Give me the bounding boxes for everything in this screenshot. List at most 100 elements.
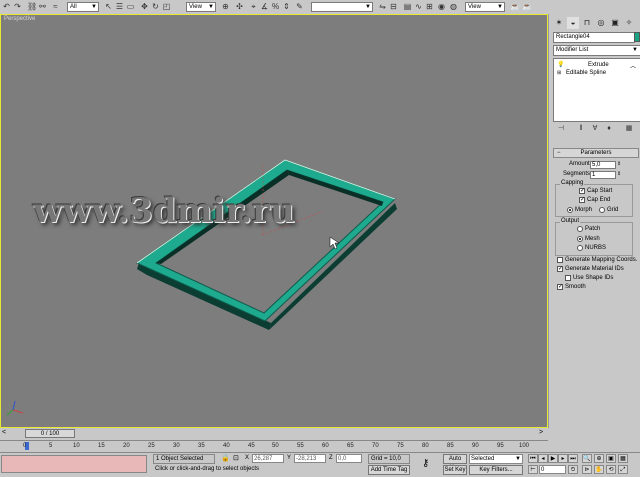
cap-start-checkbox[interactable]: ✓: [579, 188, 585, 194]
show-end-result-icon[interactable]: ‖: [575, 124, 587, 134]
previous-frame-icon[interactable]: ◂: [538, 454, 548, 463]
redo-icon[interactable]: ↷: [12, 1, 23, 12]
hierarchy-tab-icon[interactable]: ⊓: [581, 17, 593, 29]
amount-spinner[interactable]: 5,0: [590, 161, 616, 169]
current-frame-field[interactable]: 0: [539, 465, 566, 474]
render-last-icon[interactable]: ☕: [521, 1, 532, 12]
set-key-button[interactable]: Set Key: [443, 465, 467, 475]
segments-spinner-arrows-icon[interactable]: ⇕: [617, 171, 621, 177]
main-toolbar: ↶ ↷ ⛓ ⚯ ≈ All ▼ ↖ ☰ ▭ ✥ ↻ ◰ View ▼ ⊕ ✣ ⌖ ∡…: [0, 0, 640, 15]
modifier-stack[interactable]: 💡 Extrude ⊞ Editable Spline ︿: [553, 58, 640, 122]
morph-radio[interactable]: [567, 207, 573, 213]
patch-radio[interactable]: [577, 226, 583, 232]
object-name-field[interactable]: Rectangle04: [553, 32, 635, 43]
bind-spacewarp-icon[interactable]: ≈: [50, 1, 61, 12]
pin-stack-icon[interactable]: ⊣: [555, 124, 567, 134]
select-rotate-icon[interactable]: ↻: [150, 1, 161, 12]
next-frame-button-icon[interactable]: ▸: [558, 454, 568, 463]
add-time-tag-button[interactable]: Add Time Tag: [368, 465, 410, 475]
cap-end-checkbox[interactable]: ✓: [579, 197, 585, 203]
arc-rotate-icon[interactable]: ⟲: [606, 465, 616, 474]
generate-mapping-checkbox[interactable]: [557, 257, 563, 263]
material-editor-icon[interactable]: ◉: [436, 1, 447, 12]
amount-spinner-arrows-icon[interactable]: ⇕: [617, 161, 621, 167]
layer-manager-icon[interactable]: ▤: [402, 1, 413, 12]
time-slider-thumb[interactable]: 0 / 100: [25, 429, 75, 438]
pivot-center-icon[interactable]: ⊕: [220, 1, 231, 12]
zoom-all-icon[interactable]: ⊕: [594, 454, 604, 463]
select-object-icon[interactable]: ↖: [103, 1, 114, 12]
align-icon[interactable]: ⊟: [388, 1, 399, 12]
render-type-dropdown[interactable]: View ▼: [465, 2, 505, 12]
unlink-icon[interactable]: ⚯: [37, 1, 48, 12]
time-config-icon[interactable]: ⏲: [568, 465, 578, 474]
percent-snap-icon[interactable]: %: [270, 1, 281, 12]
select-move-icon[interactable]: ✥: [139, 1, 150, 12]
select-link-icon[interactable]: ⛓: [26, 1, 37, 12]
key-selection-dropdown[interactable]: Selected ▼: [469, 454, 523, 464]
generate-material-checkbox[interactable]: ✓: [557, 266, 563, 272]
angle-snap-icon[interactable]: ∡: [259, 1, 270, 12]
x-coordinate-field[interactable]: 26,287: [252, 454, 284, 463]
nurbs-radio[interactable]: [577, 245, 583, 251]
curve-editor-icon[interactable]: ∿: [413, 1, 424, 12]
spinner-snap-icon[interactable]: ⇕: [281, 1, 292, 12]
selection-region-icon[interactable]: ▭: [125, 1, 136, 12]
y-coordinate-field[interactable]: -28,213: [294, 454, 326, 463]
z-coordinate-field[interactable]: 0,0: [336, 454, 362, 463]
stack-item-editable-spline[interactable]: ⊞ Editable Spline: [554, 69, 638, 77]
render-scene-icon[interactable]: ◍: [448, 1, 459, 12]
perspective-viewport[interactable]: Perspective www.3dmir.ru: [0, 14, 548, 428]
named-selection-dropdown[interactable]: ▼: [311, 2, 373, 12]
mirror-icon[interactable]: ⇋: [377, 1, 388, 12]
edit-named-selection-icon[interactable]: ✎: [294, 1, 305, 12]
use-shape-ids-checkbox[interactable]: [565, 275, 571, 281]
mesh-radio[interactable]: [577, 236, 583, 242]
smooth-checkbox[interactable]: ✓: [557, 284, 563, 290]
absolute-mode-icon[interactable]: ⊡: [233, 454, 239, 462]
make-unique-icon[interactable]: ∀: [589, 124, 601, 134]
snap-icon[interactable]: ⌖: [248, 1, 259, 12]
grid-radio[interactable]: [599, 207, 605, 213]
parameters-rollout-header[interactable]: − Parameters: [553, 148, 639, 158]
pan-icon[interactable]: ✋: [594, 465, 604, 474]
zoom-extents-icon[interactable]: ▣: [606, 454, 616, 463]
key-filters-button[interactable]: Key Filters...: [469, 465, 523, 475]
undo-icon[interactable]: ↶: [1, 1, 12, 12]
motion-tab-icon[interactable]: ◎: [595, 17, 607, 29]
zoom-extents-all-icon[interactable]: ▦: [618, 454, 628, 463]
utilities-tab-icon[interactable]: ✧: [623, 17, 635, 29]
expand-icon[interactable]: ⊞: [557, 69, 561, 77]
remove-modifier-icon[interactable]: ♦: [603, 124, 615, 134]
create-tab-icon[interactable]: ✶: [553, 17, 565, 29]
select-manipulate-icon[interactable]: ✣: [234, 1, 245, 12]
key-mode-icon[interactable]: ⊢: [528, 465, 538, 474]
lock-selection-icon[interactable]: 🔒: [221, 454, 230, 462]
go-to-start-icon[interactable]: ⏮: [528, 454, 538, 463]
select-by-name-icon[interactable]: ☰: [114, 1, 125, 12]
set-key-icon[interactable]: ⚷: [422, 458, 429, 469]
prev-frame-icon[interactable]: <: [2, 429, 6, 436]
segments-spinner[interactable]: 1: [590, 171, 616, 179]
selection-filter-dropdown[interactable]: All ▼: [67, 2, 99, 12]
modify-tab-icon[interactable]: ◒: [567, 17, 579, 29]
maximize-viewport-icon[interactable]: ⤢: [618, 465, 628, 474]
select-scale-icon[interactable]: ◰: [161, 1, 172, 12]
ref-coord-dropdown[interactable]: View ▼: [186, 2, 216, 12]
lightbulb-icon[interactable]: 💡: [557, 61, 564, 69]
display-tab-icon[interactable]: ▣: [609, 17, 621, 29]
play-icon[interactable]: ▶: [548, 454, 558, 463]
field-of-view-icon[interactable]: ⊳: [582, 465, 592, 474]
auto-key-button[interactable]: Auto Key: [443, 454, 467, 471]
next-frame-icon[interactable]: >: [539, 429, 543, 436]
quick-render-icon[interactable]: ☕: [509, 1, 520, 12]
configure-sets-icon[interactable]: ▦: [623, 124, 635, 134]
go-to-end-icon[interactable]: ⏭: [568, 454, 578, 463]
maxscript-listener[interactable]: [1, 455, 147, 473]
schematic-view-icon[interactable]: ⊞: [424, 1, 435, 12]
stack-item-extrude[interactable]: 💡 Extrude: [554, 61, 638, 69]
zoom-icon[interactable]: 🔍: [582, 454, 592, 463]
object-color-swatch[interactable]: [634, 32, 640, 42]
modifier-list-dropdown[interactable]: Modifier List ▼: [553, 45, 640, 56]
time-slider-track[interactable]: < >: [0, 428, 548, 440]
